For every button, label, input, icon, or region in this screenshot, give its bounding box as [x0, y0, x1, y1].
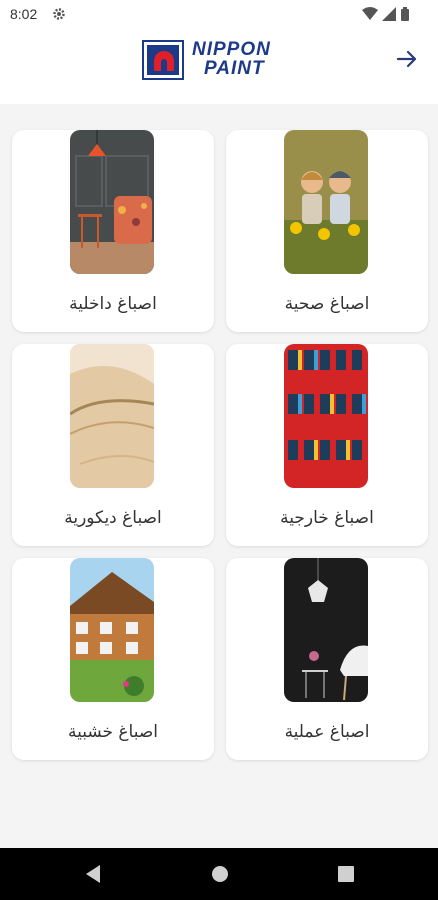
interior-room-image [70, 130, 154, 274]
category-card-exterior[interactable]: اصباغ خارجية [226, 344, 428, 546]
category-label: اصباغ خارجية [280, 508, 374, 528]
category-label: اصباغ ديكورية [64, 508, 162, 528]
children-field-image [284, 130, 368, 274]
category-card-practical[interactable]: اصباغ عملية [226, 558, 428, 760]
dark-room-lamp-image [284, 558, 368, 702]
nav-home-icon[interactable] [211, 864, 229, 884]
wifi-icon [362, 7, 378, 20]
logo-line1: NIPPON [192, 39, 271, 60]
decorative-texture-image [70, 344, 154, 488]
wooden-house-image [70, 558, 154, 702]
gear-icon [53, 8, 65, 20]
signal-icon [382, 7, 396, 21]
nippon-paint-logo: NIPPON PAINT [142, 40, 302, 84]
category-card-healthy[interactable]: اصباغ صحية [226, 130, 428, 332]
category-card-wood[interactable]: اصباغ خشبية [12, 558, 214, 760]
system-nav-bar [0, 848, 438, 900]
category-label: اصباغ خشبية [67, 722, 159, 742]
category-label: اصباغ داخلية [69, 294, 157, 314]
nav-back-icon[interactable] [84, 864, 102, 884]
logo-wordmark: NIPPON PAINT [192, 40, 271, 78]
category-label: اصباغ صحية [284, 294, 370, 314]
arrow-right-icon[interactable] [394, 46, 420, 72]
nav-recents-icon[interactable] [337, 864, 355, 884]
building-facade-image [284, 344, 368, 488]
status-time: 8:02 [10, 6, 38, 22]
category-label: اصباغ عملية [284, 722, 370, 742]
status-bar: 8:02 [0, 0, 438, 28]
app-header: NIPPON PAINT [0, 28, 438, 104]
logo-mark [142, 40, 184, 80]
category-card-decorative[interactable]: اصباغ ديكورية [12, 344, 214, 546]
logo-line2: PAINT [204, 58, 265, 79]
category-card-interior[interactable]: اصباغ داخلية [12, 130, 214, 332]
battery-icon [401, 7, 409, 21]
